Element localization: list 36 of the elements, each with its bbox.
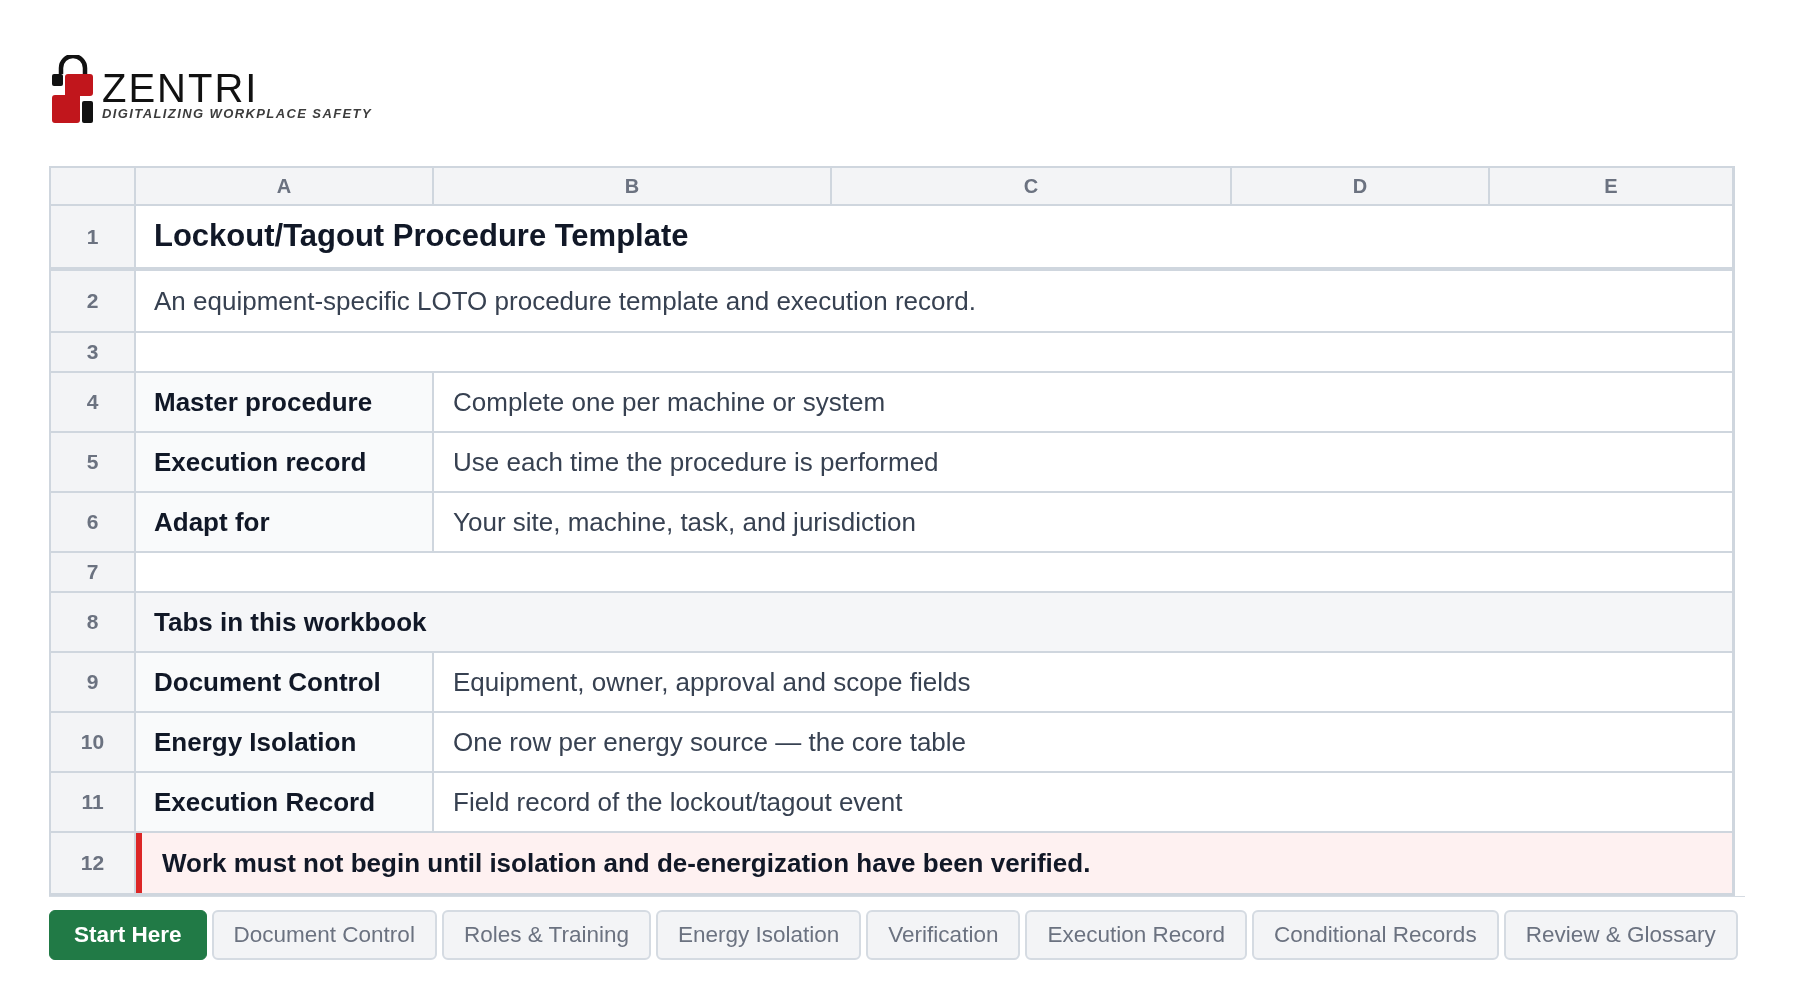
sheet-tab[interactable]: Start Here	[49, 910, 207, 960]
logo-tagline: DIGITALIZING WORKPLACE SAFETY	[102, 107, 373, 120]
sheet-tab[interactable]: Verification	[866, 910, 1021, 960]
column-header: C	[832, 168, 1232, 206]
row-number: 6	[51, 493, 136, 553]
row-number: 5	[51, 433, 136, 493]
warning-cell: Work must not begin until isolation and de-energization have been verified.	[136, 833, 1732, 893]
row-number: 1	[51, 206, 136, 271]
column-header: B	[434, 168, 832, 206]
column-header: D	[1232, 168, 1490, 206]
row-number: 7	[51, 553, 136, 593]
sheet-tab[interactable]: Review & Glossary	[1503, 910, 1738, 960]
label-cell: Master procedure	[136, 373, 434, 433]
sheet-tab[interactable]: Conditional Records	[1252, 910, 1499, 960]
label-cell: Adapt for	[136, 493, 434, 553]
row-number: 3	[51, 333, 136, 373]
sheet-tab[interactable]: Document Control	[211, 910, 437, 960]
label-cell: Execution Record	[136, 773, 434, 833]
label-cell: Document Control	[136, 653, 434, 713]
column-header: A	[136, 168, 434, 206]
sheet-tab[interactable]: Execution Record	[1025, 910, 1247, 960]
row-number: 8	[51, 593, 136, 653]
sheet-tab[interactable]: Roles & Training	[441, 910, 651, 960]
section-heading-cell: Tabs in this workbook	[136, 593, 1732, 653]
logo-wordmark: ZENTRI	[102, 68, 259, 108]
label-cell: Energy Isolation	[136, 713, 434, 773]
row-number: 10	[51, 713, 136, 773]
row-number: 2	[51, 271, 136, 333]
padlock-logo-icon	[52, 55, 94, 123]
row-number: 9	[51, 653, 136, 713]
sheet-tab[interactable]: Energy Isolation	[656, 910, 862, 960]
row-number: 4	[51, 373, 136, 433]
row-number: 11	[51, 773, 136, 833]
column-header: E	[1490, 168, 1732, 206]
row-number: 12	[51, 833, 136, 893]
label-cell: Execution record	[136, 433, 434, 493]
